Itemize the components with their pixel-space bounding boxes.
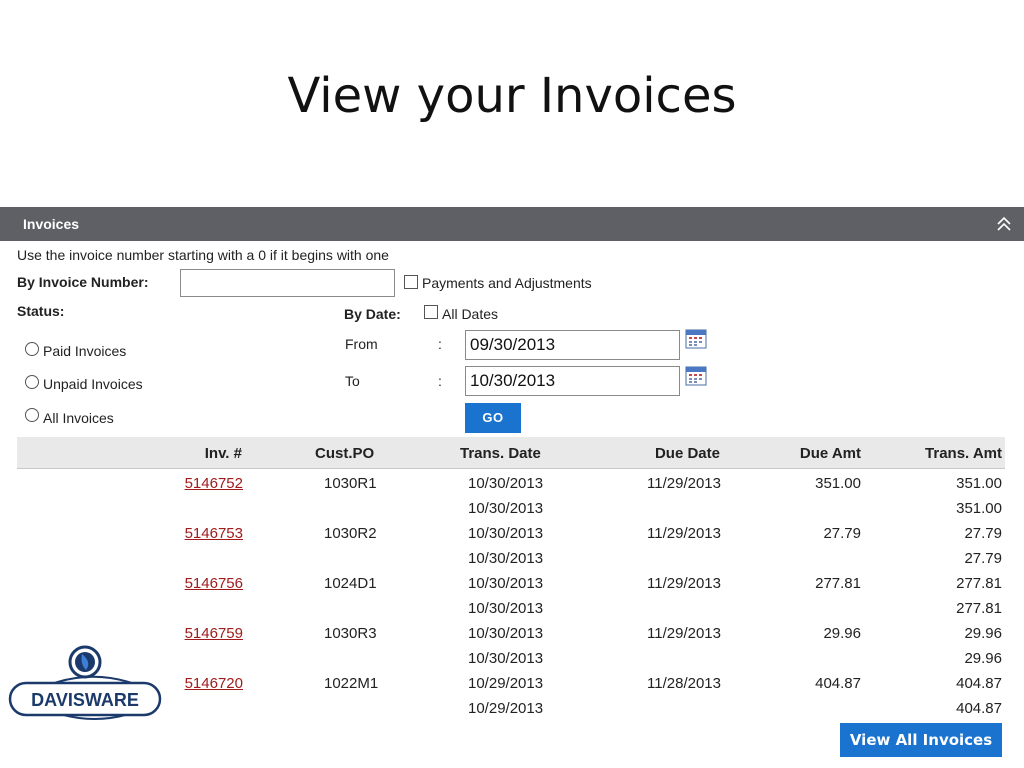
radio-paid-invoices[interactable] — [25, 342, 39, 356]
trans-date-cell: 10/29/2013 — [468, 675, 544, 692]
sub-trans-date-cell: 10/30/2013 — [468, 500, 544, 517]
view-all-invoices-button[interactable]: View All Invoices — [840, 723, 1002, 757]
davisware-logo-icon: DAVISWARE — [8, 645, 162, 720]
sub-trans-date-cell: 10/30/2013 — [468, 600, 544, 617]
col-due-date[interactable]: Due Date — [655, 445, 720, 462]
trans-date-cell: 10/30/2013 — [468, 475, 544, 492]
due-amt-cell: 351.00 — [815, 475, 861, 492]
due-date-cell: 11/29/2013 — [647, 475, 721, 492]
sub-trans-amt-cell: 27.79 — [964, 550, 1002, 567]
trans-amt-cell: 404.87 — [956, 675, 1002, 692]
slide-title: View your Invoices — [287, 68, 737, 124]
radio-unpaid-invoices[interactable] — [25, 375, 39, 389]
radio-all-invoices[interactable] — [25, 408, 39, 422]
cust-po-cell: 1030R1 — [324, 475, 377, 492]
trans-date-cell: 10/30/2013 — [468, 625, 544, 642]
unpaid-invoices-label: Unpaid Invoices — [43, 376, 143, 392]
to-calendar-icon[interactable] — [685, 366, 707, 386]
trans-date-cell: 10/30/2013 — [468, 575, 544, 592]
invoice-number-link[interactable]: 5146759 — [185, 625, 243, 642]
all-dates-checkbox[interactable] — [424, 305, 438, 319]
invoice-number-input[interactable] — [180, 269, 395, 297]
due-amt-cell: 29.96 — [823, 625, 861, 642]
trans-amt-cell: 27.79 — [964, 525, 1002, 542]
due-date-cell: 11/29/2013 — [647, 625, 721, 642]
cust-po-cell: 1030R2 — [324, 525, 377, 542]
panel-title: Invoices — [23, 216, 80, 232]
sub-trans-date-cell: 10/30/2013 — [468, 650, 544, 667]
due-amt-cell: 277.81 — [815, 575, 861, 592]
by-date-label: By Date: — [344, 306, 401, 322]
col-cust-po[interactable]: Cust.PO — [315, 445, 374, 462]
collapse-chevron-icon[interactable] — [994, 213, 1014, 235]
col-inv-number[interactable]: Inv. # — [205, 445, 242, 462]
logo-text: DAVISWARE — [31, 690, 139, 710]
invoice-hint-text: Use the invoice number starting with a 0… — [17, 247, 389, 263]
cust-po-cell: 1022M1 — [324, 675, 379, 692]
due-date-cell: 11/29/2013 — [647, 575, 721, 592]
col-trans-amt[interactable]: Trans. Amt — [925, 445, 1002, 462]
sub-trans-amt-cell: 277.81 — [956, 600, 1002, 617]
sub-trans-date-cell: 10/29/2013 — [468, 700, 544, 717]
sub-trans-amt-cell: 351.00 — [956, 500, 1002, 517]
due-date-cell: 11/29/2013 — [647, 525, 721, 542]
davisware-logo: DAVISWARE — [0, 640, 170, 737]
due-amt-cell: 27.79 — [823, 525, 861, 542]
trans-amt-cell: 29.96 — [964, 625, 1002, 642]
trans-date-cell: 10/30/2013 — [468, 525, 544, 542]
to-colon: : — [438, 373, 442, 389]
due-amt-cell: 404.87 — [815, 675, 861, 692]
payments-adjustments-checkbox[interactable] — [404, 275, 418, 289]
trans-amt-cell: 277.81 — [956, 575, 1002, 592]
from-colon: : — [438, 336, 442, 352]
invoice-number-link[interactable]: 5146752 — [185, 475, 243, 492]
go-button[interactable]: GO — [465, 403, 521, 433]
invoice-number-link[interactable]: 5146720 — [185, 675, 243, 692]
sub-trans-amt-cell: 404.87 — [956, 700, 1002, 717]
sub-trans-amt-cell: 29.96 — [964, 650, 1002, 667]
paid-invoices-label: Paid Invoices — [43, 343, 127, 359]
due-date-cell: 11/28/2013 — [647, 675, 721, 692]
sub-trans-date-cell: 10/30/2013 — [468, 550, 544, 567]
payments-adjustments-label: Payments and Adjustments — [422, 275, 592, 291]
col-trans-date[interactable]: Trans. Date — [460, 445, 541, 462]
invoices-panel-header: Invoices — [0, 207, 1024, 241]
status-label: Status: — [17, 303, 65, 319]
from-calendar-icon[interactable] — [685, 329, 707, 349]
to-label: To — [345, 373, 360, 389]
cust-po-cell: 1024D1 — [324, 575, 377, 592]
invoice-number-label: By Invoice Number: — [17, 274, 149, 290]
col-due-amt[interactable]: Due Amt — [800, 445, 861, 462]
trans-amt-cell: 351.00 — [956, 475, 1002, 492]
cust-po-cell: 1030R3 — [324, 625, 377, 642]
all-invoices-label: All Invoices — [43, 410, 114, 426]
from-label: From — [345, 336, 378, 352]
all-dates-label: All Dates — [442, 306, 499, 322]
invoice-table-header: Inv. # Cust.PO Trans. Date Due Date Due … — [17, 437, 1005, 469]
invoice-number-link[interactable]: 5146756 — [185, 575, 243, 592]
to-date-input[interactable] — [465, 366, 680, 396]
from-date-input[interactable] — [465, 330, 680, 360]
invoice-number-link[interactable]: 5146753 — [185, 525, 243, 542]
